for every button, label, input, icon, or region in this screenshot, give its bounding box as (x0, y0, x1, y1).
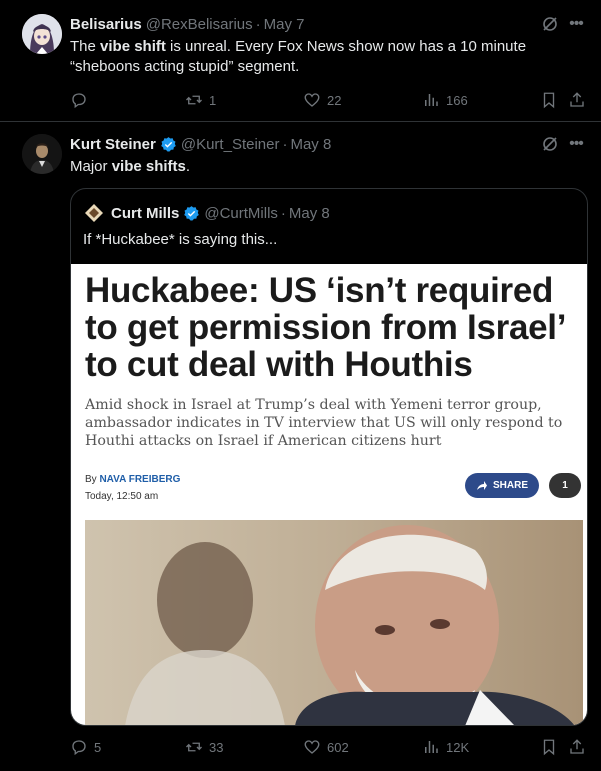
huckabee-photo-image (85, 520, 583, 725)
article-byline: By NAVA FREIBERG (85, 474, 180, 485)
like-count: 22 (327, 92, 342, 108)
avatar[interactable] (22, 14, 62, 54)
avatar[interactable] (22, 134, 62, 174)
tweet-date[interactable]: May 8 (290, 136, 331, 153)
grok-icon[interactable] (540, 14, 560, 34)
retweet-count: 1 (209, 92, 217, 108)
tweet-text-bold: vibe shift (100, 38, 166, 55)
verified-badge-icon[interactable] (183, 205, 200, 222)
tweet-text-part: . (185, 158, 191, 175)
quoted-tweet[interactable]: Curt Mills @CurtMills · May 8 If *Huckab… (70, 188, 588, 726)
share-label: SHARE (492, 480, 528, 491)
display-name[interactable]: Curt Mills (111, 205, 179, 222)
like-button[interactable]: 602 (303, 737, 349, 757)
bookmark-button[interactable] (540, 737, 558, 757)
tweet-header: Belisarius @RexBelisarius · May 7 (70, 14, 305, 34)
views-icon (425, 94, 438, 106)
bookmark-icon (543, 739, 555, 756)
views-button[interactable]: 12K (422, 737, 469, 757)
tweet-actions: 5 33 602 12K (70, 737, 590, 757)
tweet-text: Major vibe shifts. (70, 157, 580, 177)
separator: · (255, 15, 261, 33)
reply-button[interactable] (70, 90, 94, 110)
retweet-icon (186, 742, 202, 752)
reply-button[interactable]: 5 (70, 737, 101, 757)
share-icon (570, 739, 584, 754)
reply-icon (72, 93, 86, 109)
share-button[interactable] (568, 90, 586, 110)
article-share-button: SHARE (465, 473, 539, 498)
display-name[interactable]: Belisarius (70, 16, 142, 33)
tweet-text: The vibe shift is unreal. Every Fox News… (70, 37, 580, 77)
tweet-header: Kurt Steiner @Kurt_Steiner · May 8 (70, 134, 331, 154)
quote-avatar[interactable] (83, 202, 105, 224)
verified-badge-icon[interactable] (160, 136, 177, 153)
retweet-button[interactable]: 1 (185, 90, 216, 110)
display-name[interactable]: Kurt Steiner (70, 136, 156, 153)
reply-icon (72, 740, 86, 756)
byline-prefix: By (85, 474, 100, 485)
bookmark-icon (543, 92, 555, 109)
retweet-count: 33 (209, 739, 224, 755)
bookmark-button[interactable] (540, 90, 558, 110)
share-arrow-icon (476, 480, 487, 490)
article-photo (85, 520, 583, 725)
heart-icon (304, 740, 320, 754)
view-count: 12K (446, 739, 470, 755)
separator: · (280, 204, 286, 222)
tweet-text-part: Major (70, 158, 112, 175)
article-comments-badge: 1 (549, 473, 581, 498)
like-count: 602 (327, 739, 349, 755)
tweet-text-part: The (70, 38, 101, 55)
share-icon (570, 92, 584, 107)
tweet-date[interactable]: May 8 (289, 205, 330, 222)
grok-icon[interactable] (540, 134, 560, 154)
views-icon (425, 741, 438, 753)
tweet-text-part: “sheboons acting stupid” segment. (70, 58, 300, 75)
article-date: Today, 12:50 am (85, 491, 159, 502)
diamond-logo-icon (83, 202, 105, 224)
more-options-icon[interactable]: ••• (566, 134, 586, 154)
article-screenshot-image[interactable]: Huckabee: US ‘isn’t required to get perm… (71, 264, 587, 725)
tweet-actions: 1 22 166 (70, 90, 590, 110)
separator: · (282, 135, 288, 153)
comments-count: 1 (562, 480, 568, 491)
heart-icon (304, 93, 320, 107)
share-button[interactable] (568, 737, 586, 757)
user-handle[interactable]: @Kurt_Steiner (181, 136, 280, 153)
reply-count: 5 (94, 739, 102, 755)
views-button[interactable]: 166 (422, 90, 468, 110)
retweet-icon (186, 95, 202, 105)
article-headline: Huckabee: US ‘isn’t required to get perm… (85, 271, 565, 384)
tweet-text-part: is unreal. Every Fox News show now has a… (165, 38, 527, 55)
like-button[interactable]: 22 (303, 90, 341, 110)
more-options-icon[interactable]: ••• (566, 14, 586, 34)
tweet-text-bold: vibe shifts (111, 158, 186, 175)
article-author: NAVA FREIBERG (99, 474, 181, 485)
tweet-date[interactable]: May 7 (264, 16, 305, 33)
anime-avatar-icon (22, 14, 62, 54)
user-handle[interactable]: @RexBelisarius (146, 16, 253, 33)
view-count: 166 (446, 92, 468, 108)
retweet-button[interactable]: 33 (185, 737, 223, 757)
quote-text: If *Huckabee* is saying this... (83, 231, 278, 248)
quote-header: Curt Mills @CurtMills · May 8 (83, 202, 330, 224)
article-deck: Amid shock in Israel at Trump’s deal wit… (85, 397, 563, 449)
portrait-avatar-icon (22, 134, 62, 174)
user-handle[interactable]: @CurtMills (204, 205, 278, 222)
